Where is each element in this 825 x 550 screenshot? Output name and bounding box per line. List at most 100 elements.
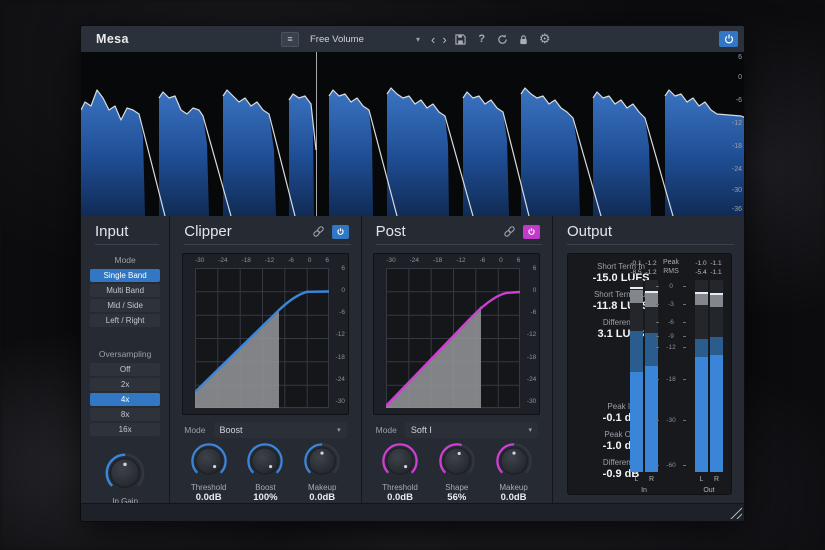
link-icon[interactable]	[502, 225, 517, 238]
waveform-graph	[81, 52, 745, 216]
db-scale-label: -36	[732, 206, 742, 213]
db-scale-label: 6	[738, 54, 742, 61]
peak-difference-value: -0.9 dB	[568, 468, 674, 480]
post-power-button[interactable]	[523, 225, 540, 239]
oversampling-off-button[interactable]: Off	[90, 363, 160, 376]
out-meter-label: Out	[694, 487, 724, 494]
post-shape-knob[interactable]: Shape 56%	[436, 440, 478, 503]
meter-scale-tick: -9	[656, 332, 686, 340]
post-mode-select[interactable]: Soft I ▾	[405, 422, 538, 438]
meter-out-right	[710, 280, 723, 472]
meter-scale-tick: 0	[656, 282, 686, 290]
divider	[184, 244, 350, 245]
caret-down-icon: ▾	[416, 35, 420, 44]
next-preset-icon[interactable]: ›	[442, 33, 446, 46]
prev-preset-icon[interactable]: ‹	[431, 33, 435, 46]
mode-single-band-button[interactable]: Single Band	[90, 269, 160, 282]
preset-menu-icon[interactable]: ≡	[281, 32, 299, 47]
save-icon[interactable]	[454, 32, 468, 46]
toolbar: ≡ Free Volume ▾ ‹ › ? ⚙	[281, 26, 552, 52]
out-rms-r: -1.1	[708, 269, 724, 276]
waveform-display: 6 0 -6 -12 -18 -24 -30 -36	[81, 52, 745, 216]
preset-name: Free Volume	[310, 34, 364, 45]
window-bottom-bar	[81, 503, 744, 521]
oversampling-8x-button[interactable]: 8x	[90, 408, 160, 421]
refresh-icon[interactable]	[496, 32, 510, 46]
power-icon	[527, 227, 536, 236]
mode-left-right-button[interactable]: Left / Right	[90, 314, 160, 327]
post-panel: Post -30-24-18-12-606	[362, 216, 553, 504]
resize-handle[interactable]	[729, 506, 742, 519]
post-plot-area	[386, 268, 520, 408]
clipper-mode-select[interactable]: Boost ▾	[214, 422, 347, 438]
power-icon	[723, 33, 735, 45]
oversampling-label: Oversampling	[81, 349, 169, 359]
clipper-transfer-graph[interactable]: -30-24-18-12-606 60-6-12-18-24-30	[182, 253, 349, 415]
output-meter-box: Short Term In-15.0 LUFS Short Term Out-1…	[567, 253, 732, 495]
clipper-mode-label: Mode	[184, 425, 205, 435]
app-title: Mesa	[96, 32, 129, 46]
lock-icon[interactable]	[517, 32, 531, 46]
link-icon[interactable]	[311, 225, 326, 238]
divider	[95, 244, 159, 245]
preset-selector[interactable]: Free Volume ▾	[306, 31, 424, 47]
post-transfer-graph[interactable]: -30-24-18-12-606 60-6-12-18-24-30	[373, 253, 540, 415]
oversampling-4x-button[interactable]: 4x	[90, 393, 160, 406]
channel-label-l: L	[630, 476, 643, 483]
meter-scale-tick: -60	[656, 461, 686, 469]
clipper-mode-value: Boost	[220, 425, 243, 435]
post-title: Post	[376, 223, 502, 240]
channel-label-l: L	[695, 476, 708, 483]
in-peak-l: -0.1	[628, 260, 644, 267]
output-title: Output	[567, 223, 732, 240]
db-scale-label: 0	[738, 74, 742, 81]
post-mode-value: Soft I	[411, 425, 432, 435]
rms-header: RMS	[656, 268, 686, 275]
gear-icon[interactable]: ⚙	[538, 32, 552, 46]
caret-down-icon: ▾	[528, 426, 532, 434]
post-y-axis: 60-6-12-18-24-30	[527, 265, 536, 405]
clipper-title: Clipper	[184, 223, 310, 240]
caret-down-icon: ▾	[337, 426, 341, 434]
control-panels: Input Mode Single Band Multi Band Mid / …	[81, 216, 744, 504]
db-scale-label: -12	[732, 120, 742, 127]
plugin-window: Mesa ≡ Free Volume ▾ ‹ › ? ⚙	[80, 25, 745, 522]
oversampling-button-group: Off 2x 4x 8x 16x	[90, 363, 160, 436]
mode-mid-side-button[interactable]: Mid / Side	[90, 299, 160, 312]
clipper-threshold-knob[interactable]: Threshold 0.0dB	[188, 440, 230, 503]
meter-scale-tick: -12	[656, 343, 686, 351]
channel-label-r: R	[710, 476, 723, 483]
meter-out-left	[695, 280, 708, 472]
in-meter-label: In	[629, 487, 659, 494]
titlebar: Mesa ≡ Free Volume ▾ ‹ › ? ⚙	[81, 26, 744, 53]
plugin-power-button[interactable]	[719, 31, 738, 47]
peak-readouts: Peak In-0.1 dB Peak Out-1.0 dB Differenc…	[568, 402, 674, 486]
meter-scale-tick: -30	[656, 416, 686, 424]
db-scale-label: -24	[732, 166, 742, 173]
clipper-makeup-knob[interactable]: Makeup 0.0dB	[301, 440, 343, 503]
peak-header: Peak	[656, 259, 686, 266]
help-icon[interactable]: ?	[475, 32, 489, 46]
clipper-panel: Clipper -30-24-18-12-606	[170, 216, 361, 504]
post-makeup-knob[interactable]: Makeup 0.0dB	[493, 440, 535, 503]
mode-multi-band-button[interactable]: Multi Band	[90, 284, 160, 297]
meter-scale-tick: -6	[656, 318, 686, 326]
clipper-x-axis: -30-24-18-12-606	[195, 257, 329, 264]
divider	[376, 244, 542, 245]
post-threshold-knob[interactable]: Threshold 0.0dB	[379, 440, 421, 503]
db-scale-label: -18	[732, 143, 742, 150]
meter-scale-tick: -3	[656, 300, 686, 308]
peak-out-value: -1.0 dB	[568, 440, 674, 452]
clipper-y-axis: 60-6-12-18-24-30	[336, 265, 345, 405]
out-peak-r: -1.1	[708, 260, 724, 267]
oversampling-2x-button[interactable]: 2x	[90, 378, 160, 391]
post-x-axis: -30-24-18-12-606	[386, 257, 520, 264]
clipper-boost-knob[interactable]: Boost 100%	[244, 440, 286, 503]
clipper-plot-area	[195, 268, 329, 408]
output-panel: Output Short Term In-15.0 LUFS Short Ter…	[553, 216, 744, 504]
mode-button-group: Single Band Multi Band Mid / Side Left /…	[90, 269, 160, 327]
db-scale-label: -6	[736, 97, 742, 104]
input-title: Input	[95, 223, 157, 240]
oversampling-16x-button[interactable]: 16x	[90, 423, 160, 436]
clipper-power-button[interactable]	[332, 225, 349, 239]
